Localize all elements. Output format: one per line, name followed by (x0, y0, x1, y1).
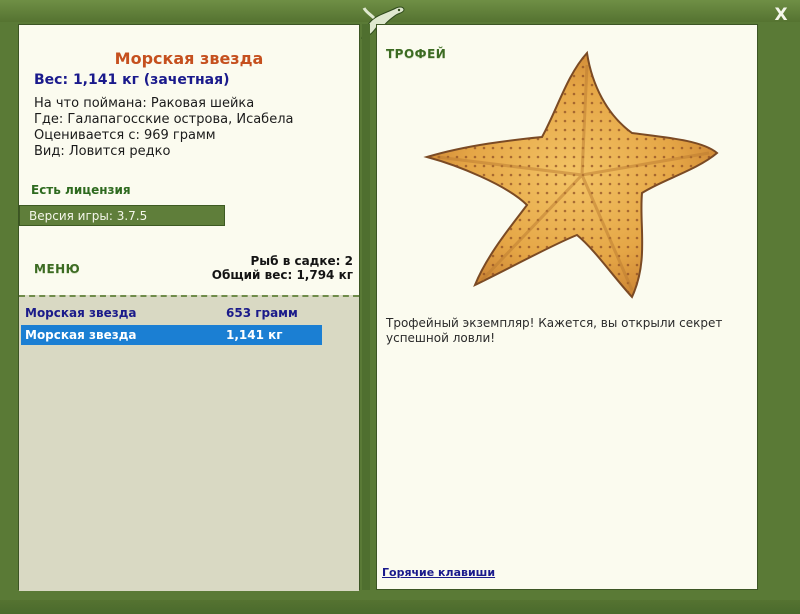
fish-info-panel: Морская звезда Вес: 1,141 кг (зачетная) … (18, 24, 360, 591)
version-bar: Версия игры: 3.7.5 (19, 205, 225, 226)
starfish-image (423, 50, 719, 299)
valued-from-info: Оценивается с: 969 грамм (34, 128, 216, 143)
catch-weight: 653 грамм (226, 306, 298, 320)
catch-name: Морская звезда (25, 306, 137, 320)
panel-divider (362, 24, 370, 590)
list-item[interactable]: Морская звезда 653 грамм (21, 303, 322, 323)
rarity-info: Вид: Ловится редко (34, 144, 171, 159)
trophy-panel: ТРОФЕЙ Трофейный экземпляр! Кажется, вы … (376, 24, 758, 590)
bait-info: На что поймана: Раковая шейка (34, 96, 255, 111)
catch-list: Морская звезда 653 грамм Морская звезда … (19, 295, 359, 591)
cage-total-weight: Общий вес: 1,794 кг (211, 268, 353, 282)
menu-button[interactable]: МЕНЮ (34, 262, 80, 276)
hotkeys-link[interactable]: Горячие клавиши (382, 566, 495, 579)
location-info: Где: Галапагосские острова, Исабела (34, 112, 294, 127)
trophy-message: Трофейный экземпляр! Кажется, вы открыли… (386, 316, 723, 345)
close-button[interactable]: X (772, 6, 790, 24)
fish-weight: Вес: 1,141 кг (зачетная) (34, 72, 230, 88)
catch-name: Морская звезда (25, 328, 137, 342)
cage-count: Рыб в садке: 2 (250, 254, 354, 268)
list-item-selected[interactable]: Морская звезда 1,141 кг (21, 325, 322, 345)
catch-weight: 1,141 кг (226, 328, 283, 342)
window-frame-bottom (0, 600, 800, 614)
cage-summary: Рыб в садке: 2 Общий вес: 1,794 кг (212, 254, 353, 282)
fish-name-title: Морская звезда (114, 49, 264, 68)
license-status: Есть лицензия (31, 183, 131, 197)
